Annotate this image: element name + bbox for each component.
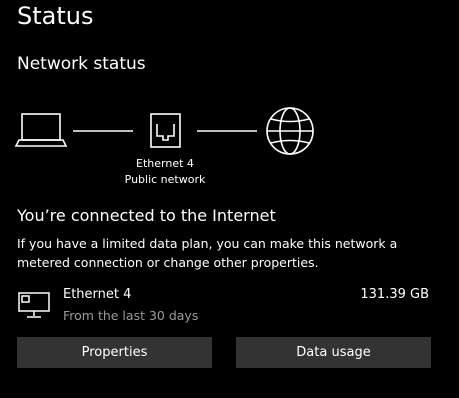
network-status-diagram [0, 100, 459, 200]
connection-status-description: If you have a limited data plan, you can… [17, 236, 398, 270]
globe-icon [266, 107, 314, 155]
ethernet-computer-icon [18, 290, 52, 324]
adapter-caption: Ethernet 4 Public network [105, 156, 225, 188]
page-title: Status [17, 2, 94, 30]
usage-period: From the last 30 days [63, 308, 199, 323]
ethernet-port-icon [150, 113, 181, 148]
laptop-icon [14, 113, 68, 147]
data-usage-button[interactable]: Data usage [236, 337, 431, 368]
adapter-name: Ethernet 4 [136, 157, 194, 170]
usage-amount: 131.39 GB [360, 287, 429, 302]
network-profile: Public network [124, 173, 206, 186]
network-status-heading: Network status [17, 54, 146, 74]
usage-adapter-name: Ethernet 4 [63, 287, 132, 302]
connection-status-heading: You’re connected to the Internet [17, 206, 276, 225]
properties-button[interactable]: Properties [17, 337, 212, 368]
